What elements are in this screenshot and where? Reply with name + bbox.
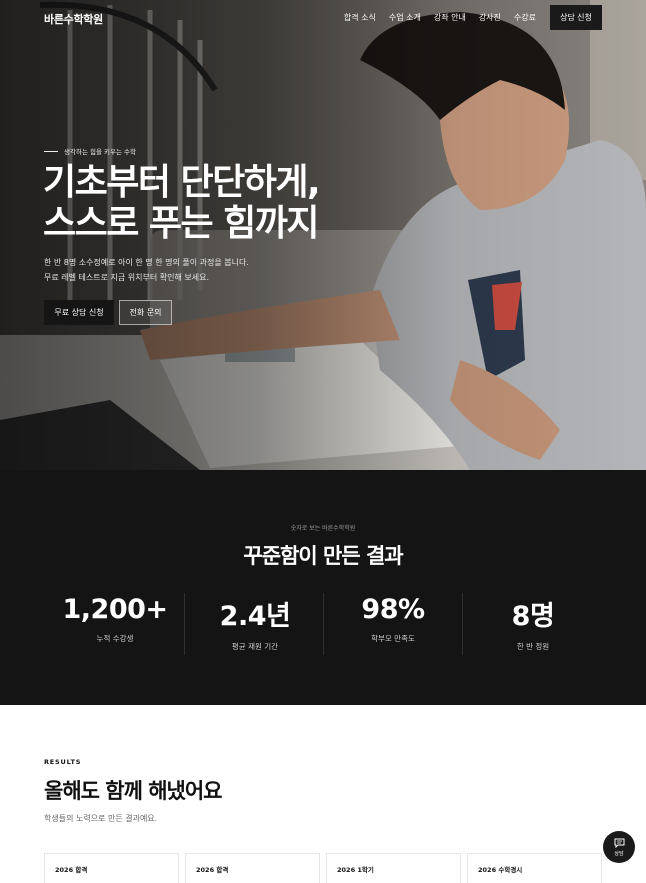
results-section: RESULTS 올해도 함께 해냈어요 학생들의 노력으로 만든 결과예요. 2… [0,705,646,883]
hero-title: 기초부터 단단하게, 스스로 푸는 힘까지 [43,162,321,244]
phone-inquiry-button[interactable]: 전화 문의 [119,300,172,325]
result-card-tag: 2026 합격 [55,866,88,874]
stat-value: 98% [361,594,425,625]
chat-icon [614,838,624,848]
stat-value: 8명 [511,601,555,632]
hero-desc-line2: 무료 레벨 테스트로 지금 위치부터 확인해 보세요. [44,273,209,282]
stat-label: 학부모 만족도 [371,634,415,643]
hero-section: 바른수학학원 합격 소식 수업 소개 강좌 안내 강사진 수강료 상담 신청 생… [0,0,646,470]
result-card-tag: 2026 1학기 [337,866,374,874]
result-card[interactable]: 2026 수학경시 [467,853,602,883]
floating-consult-label: 상담 [614,850,624,857]
stats-section: 숫자로 보는 바른수학학원 꾸준함이 만든 결과 1,200+ 누적 수강생 2… [0,470,646,705]
hero-description: 한 반 8명 소수정예로 아이 한 명 한 명의 풀이 과정을 봅니다. 무료 … [44,255,249,285]
hero-eyebrow: 생각하는 힘을 키우는 수학 [44,146,136,156]
stat-label: 평균 재원 기간 [231,642,279,651]
consult-request-button[interactable]: 상담 신청 [550,5,602,30]
stat-item: 1,200+ 누적 수강생 [45,594,185,644]
hero-eyebrow-text: 생각하는 힘을 키우는 수학 [64,148,136,156]
stat-value: 2.4년 [219,601,291,632]
result-card[interactable]: 2026 합격 [44,853,179,883]
stat-value: 1,200+ [62,594,168,625]
nav-link-fees[interactable]: 수강료 [514,12,536,23]
nav-link-classes[interactable]: 수업 소개 [389,12,421,23]
nav-link-news[interactable]: 합격 소식 [344,12,376,23]
results-subtitle: 학생들의 노력으로 만든 결과예요. [44,814,158,823]
stat-label: 누적 수강생 [96,634,134,643]
hero-title-line2: 스스로 푸는 힘까지 [43,203,320,244]
results-eyebrow: RESULTS [44,758,82,766]
results-title: 올해도 함께 해냈어요 [44,779,223,803]
nav-links: 합격 소식 수업 소개 강좌 안내 강사진 수강료 [344,12,536,23]
stat-label: 한 반 정원 [516,642,550,651]
result-card-tag: 2026 합격 [196,866,229,874]
hero-title-line1: 기초부터 단단하게, [43,162,321,203]
result-card-tag: 2026 수학경시 [478,866,523,874]
stat-item: 8명 한 반 정원 [463,594,603,652]
result-card[interactable]: 2026 합격 [185,853,320,883]
stats-title: 꾸준함이 만든 결과 [243,544,403,568]
logo[interactable]: 바른수학학원 [44,11,103,27]
hero-desc-line1: 한 반 8명 소수정예로 아이 한 명 한 명의 풀이 과정을 봅니다. [44,258,249,267]
free-consult-button[interactable]: 무료 상담 신청 [44,300,114,325]
stat-item: 98% 학부모 만족도 [323,594,463,644]
result-card[interactable]: 2026 1학기 [326,853,461,883]
nav-link-teachers[interactable]: 강사진 [479,12,501,23]
nav-link-courses[interactable]: 강좌 안내 [434,12,466,23]
eyebrow-line [44,150,58,152]
stats-eyebrow: 숫자로 보는 바른수학학원 [290,525,356,532]
stat-item: 2.4년 평균 재원 기간 [185,594,325,652]
floating-consult-button[interactable]: 상담 [603,831,635,863]
top-nav: 바른수학학원 합격 소식 수업 소개 강좌 안내 강사진 수강료 상담 신청 [0,0,646,34]
